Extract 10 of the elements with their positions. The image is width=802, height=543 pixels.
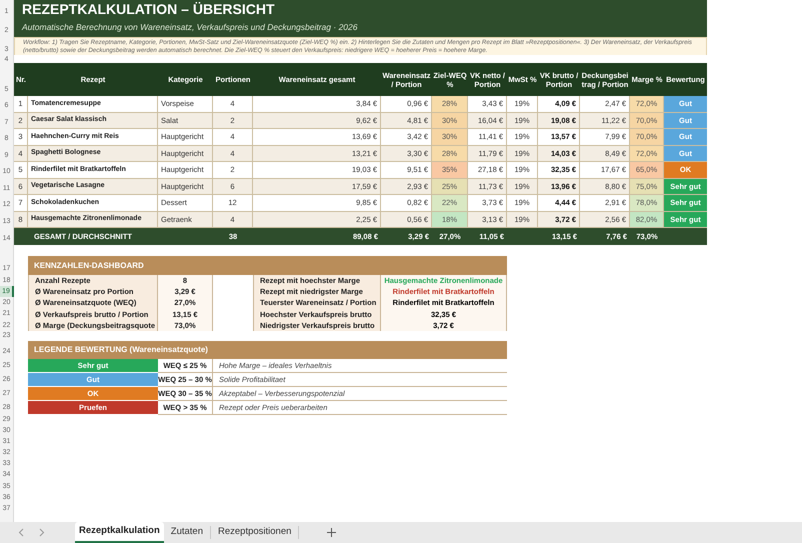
section-header: LEGENDE BEWERTUNG (Wareneinsatzquote) bbox=[28, 340, 507, 359]
add-sheet-icon[interactable] bbox=[327, 528, 336, 537]
scroll-left-icon[interactable] bbox=[18, 528, 24, 537]
sheet-title: REZEPTKALKULATION – ÜBERSICHT bbox=[14, 0, 707, 18]
scroll-right-icon[interactable] bbox=[39, 528, 45, 537]
sheet-tab[interactable]: Rezeptpositionen bbox=[211, 526, 300, 539]
sheet-tab[interactable]: Zutaten bbox=[164, 526, 211, 539]
sheet-tab[interactable]: Rezeptkalkulation bbox=[75, 522, 164, 543]
section-header: KENNZAHLEN-DASHBOARD bbox=[28, 256, 507, 275]
sheet-subtitle: Automatische Berechnung von Wareneinsatz, Verkaufspreis und Deckungsbeitrag · 2026 bbox=[14, 18, 707, 37]
